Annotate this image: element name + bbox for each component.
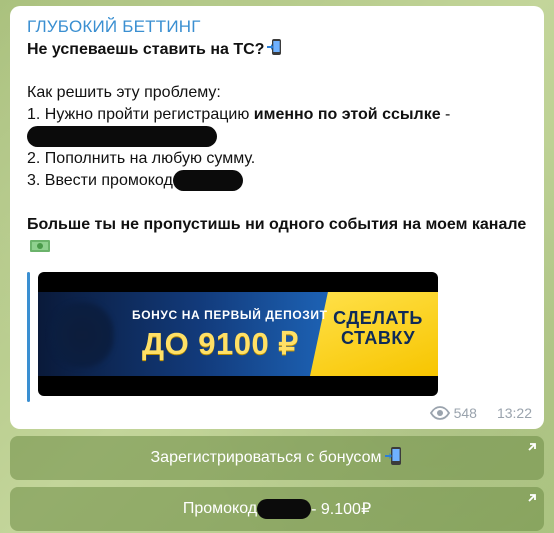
promo-button-suffix: - 9.100₽	[311, 501, 372, 518]
message-bubble: ГЛУБОКИЙ БЕТТИНГ Не успеваешь ставить на…	[10, 6, 544, 429]
redacted-promo-code	[172, 170, 243, 192]
channel-name[interactable]: ГЛУБОКИЙ БЕТТИНГ	[27, 16, 528, 38]
phone-arrow-emoji	[385, 446, 403, 471]
register-bonus-button[interactable]: Зарегистрироваться с бонусом	[10, 436, 544, 480]
link-preview-image[interactable]: БОНУС НА ПЕРВЫЙ ДЕПОЗИТ ДО 9100 ₽ СДЕЛАТ…	[38, 272, 438, 396]
step-1-bold: именно по этой ссылке	[253, 106, 441, 123]
step-3: 3. Ввести промокод	[27, 170, 528, 192]
blurred-logo	[50, 302, 114, 368]
redacted-link-line	[27, 126, 528, 148]
banner-subtitle: БОНУС НА ПЕРВЫЙ ДЕПОЗИТ	[132, 308, 328, 322]
phone-arrow-emoji	[267, 38, 283, 63]
preview-accent-bar	[27, 272, 30, 402]
money-emoji	[30, 238, 50, 260]
step-2: 2. Пополнить на любую сумму.	[27, 150, 256, 167]
banner-amount: ДО 9100 ₽	[142, 326, 299, 361]
timestamp: 13:22	[496, 405, 532, 421]
question-line: Как решить эту проблему:	[27, 84, 221, 101]
promo-code-button[interactable]: Промокод - 9.100₽	[10, 487, 544, 531]
arrow-up-right-icon	[528, 494, 536, 502]
register-button-label: Зарегистрироваться с бонусом	[150, 449, 382, 466]
bonus-banner: БОНУС НА ПЕРВЫЙ ДЕПОЗИТ ДО 9100 ₽ СДЕЛАТ…	[38, 292, 438, 376]
promo-button-prefix: Промокод	[182, 500, 258, 517]
closing-text: Больше ты не пропустишь ни одного событи…	[27, 214, 528, 260]
step-1: 1. Нужно пройти регистрацию именно по эт…	[27, 106, 451, 123]
view-count: 548	[453, 405, 477, 421]
eye-icon	[429, 406, 450, 420]
message-text: Не успеваешь ставить на ТС? Как решить э…	[27, 38, 528, 260]
redacted-promo-code	[257, 499, 312, 519]
banner-cta: СДЕЛАТЬ СТАВКУ	[333, 308, 423, 348]
arrow-up-right-icon	[528, 443, 536, 451]
message-meta: 548 13:22	[429, 405, 532, 421]
redacted-link[interactable]	[27, 126, 217, 148]
headline: Не успеваешь ставить на ТС?	[27, 38, 528, 60]
